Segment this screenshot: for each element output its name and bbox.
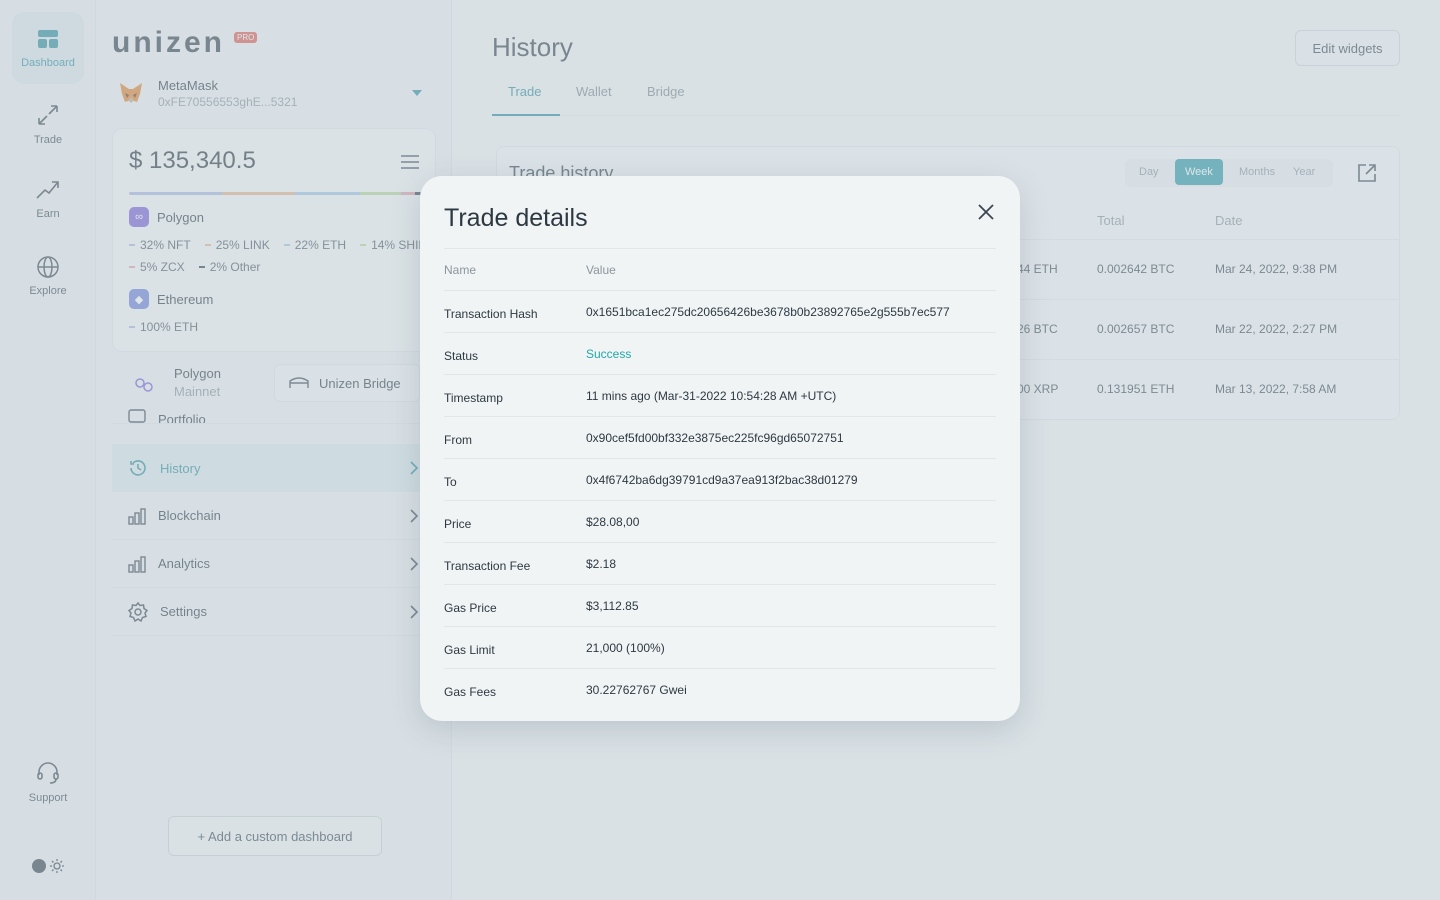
detail-row: Gas Fees 30.22762767 Gwei xyxy=(444,668,996,710)
detail-row: Timestamp 11 mins ago (Mar-31-2022 10:54… xyxy=(444,374,996,416)
detail-row: Gas Price $3,112.85 xyxy=(444,584,996,626)
close-icon[interactable] xyxy=(976,202,996,222)
detail-value: 30.22762767 Gwei xyxy=(586,683,687,697)
details-header-row: Name Value xyxy=(444,248,996,290)
detail-value: 0x4f6742ba6dg39791cd9a37ea913f2bac38d012… xyxy=(586,473,858,487)
trade-details-modal: Trade details Name Value Transaction Has… xyxy=(420,176,1020,721)
detail-name: Gas Price xyxy=(444,601,497,615)
detail-value: 11 mins ago (Mar-31-2022 10:54:28 AM +UT… xyxy=(586,389,837,403)
header-value: Value xyxy=(586,263,616,277)
detail-name: Timestamp xyxy=(444,391,503,405)
detail-value: 0x90cef5fd00bf332e3875ec225fc96gd6507275… xyxy=(586,431,844,445)
detail-name: Gas Fees xyxy=(444,685,497,699)
detail-row: Price $28.08,00 xyxy=(444,500,996,542)
detail-name: Transaction Fee xyxy=(444,559,531,573)
detail-value: $2.18 xyxy=(586,557,617,571)
detail-value: $28.08,00 xyxy=(586,515,640,529)
detail-name: To xyxy=(444,475,457,489)
detail-name: Gas Limit xyxy=(444,643,495,657)
detail-name: From xyxy=(444,433,472,447)
detail-row: Transaction Hash 0x1651bca1ec275dc206564… xyxy=(444,290,996,332)
detail-row: To 0x4f6742ba6dg39791cd9a37ea913f2bac38d… xyxy=(444,458,996,500)
header-name: Name xyxy=(444,263,477,277)
detail-row: From 0x90cef5fd00bf332e3875ec225fc96gd65… xyxy=(444,416,996,458)
status-value: Success xyxy=(586,347,632,361)
detail-name: Price xyxy=(444,517,472,531)
detail-name: Status xyxy=(444,349,479,363)
detail-value: $3,112.85 xyxy=(586,599,639,613)
detail-value: 0x1651bca1ec275dc20656426be3678b0b238927… xyxy=(586,305,950,319)
modal-title: Trade details xyxy=(444,204,588,232)
detail-name: Transaction Hash xyxy=(444,307,538,321)
detail-value: 21,000 (100%) xyxy=(586,641,665,655)
detail-row: Gas Limit 21,000 (100%) xyxy=(444,626,996,668)
detail-row: Status Success xyxy=(444,332,996,374)
detail-row: Transaction Fee $2.18 xyxy=(444,542,996,584)
